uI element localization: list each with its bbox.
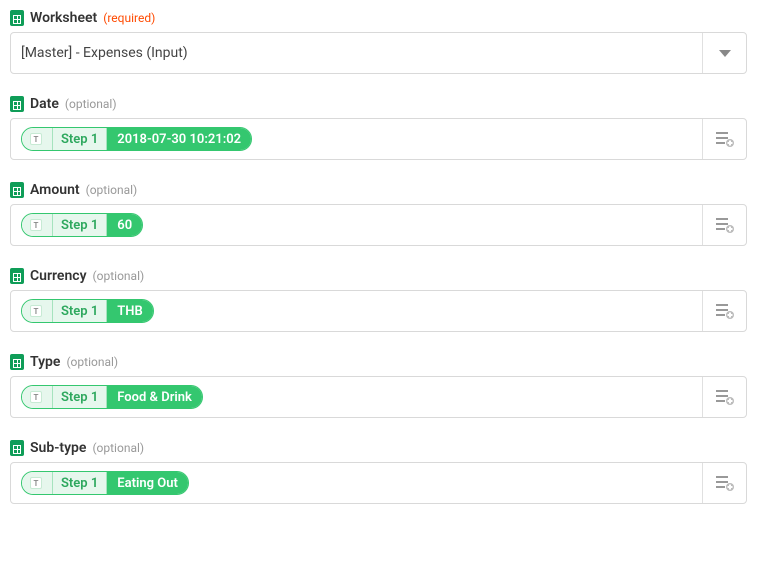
chip-value: 2018-07-30 10:21:02: [107, 128, 251, 150]
field-content: T Step 1 2018-07-30 10:21:02: [11, 119, 702, 159]
sheet-icon: [10, 10, 24, 26]
insert-data-button[interactable]: [702, 205, 746, 245]
field-label: Date (optional): [10, 96, 747, 112]
field-date: Date (optional) T Step 1 2018-07-30 10:2…: [10, 96, 747, 160]
label-text: Sub-type: [30, 440, 86, 456]
worksheet-select[interactable]: [Master] - Expenses (Input): [10, 32, 747, 74]
dropdown-toggle[interactable]: [702, 33, 746, 73]
label-text: Date: [30, 96, 59, 112]
list-plus-icon: [716, 303, 734, 319]
type-marker: T: [22, 128, 53, 150]
field-subtype: Sub-type (optional) T Step 1 Eating Out: [10, 440, 747, 504]
chip-step: Step 1: [53, 472, 107, 494]
label-text: Currency: [30, 268, 87, 284]
label-requirement: (optional): [86, 183, 138, 197]
sheet-icon: [10, 96, 24, 112]
chip-value: Food & Drink: [107, 386, 202, 408]
label-text: Amount: [30, 182, 80, 198]
field-label: Sub-type (optional): [10, 440, 747, 456]
chip-step: Step 1: [53, 214, 107, 236]
type-marker: T: [22, 300, 53, 322]
insert-data-button[interactable]: [702, 291, 746, 331]
type-input[interactable]: T Step 1 Food & Drink: [10, 376, 747, 418]
chevron-down-icon: [719, 50, 731, 57]
label-requirement: (optional): [93, 269, 145, 283]
step-chip[interactable]: T Step 1 60: [21, 213, 143, 237]
chip-step: Step 1: [53, 386, 107, 408]
worksheet-value: [Master] - Expenses (Input): [11, 33, 702, 73]
field-label: Type (optional): [10, 354, 747, 370]
field-label: Currency (optional): [10, 268, 747, 284]
sheet-icon: [10, 182, 24, 198]
list-plus-icon: [716, 475, 734, 491]
step-chip[interactable]: T Step 1 Eating Out: [21, 471, 189, 495]
field-content: T Step 1 60: [11, 205, 702, 245]
type-marker: T: [22, 214, 53, 236]
sheet-icon: [10, 354, 24, 370]
label-text: Worksheet: [30, 10, 97, 26]
label-requirement: (required): [103, 11, 155, 25]
selected-value: [Master] - Expenses (Input): [21, 45, 188, 61]
field-content: T Step 1 Eating Out: [11, 463, 702, 503]
step-chip[interactable]: T Step 1 2018-07-30 10:21:02: [21, 127, 252, 151]
sheet-icon: [10, 268, 24, 284]
field-amount: Amount (optional) T Step 1 60: [10, 182, 747, 246]
type-marker: T: [22, 472, 53, 494]
label-requirement: (optional): [92, 441, 144, 455]
field-content: T Step 1 THB: [11, 291, 702, 331]
label-requirement: (optional): [65, 97, 117, 111]
step-chip[interactable]: T Step 1 THB: [21, 299, 154, 323]
insert-data-button[interactable]: [702, 377, 746, 417]
chip-step: Step 1: [53, 128, 107, 150]
label-requirement: (optional): [66, 355, 118, 369]
amount-input[interactable]: T Step 1 60: [10, 204, 747, 246]
insert-data-button[interactable]: [702, 463, 746, 503]
field-label: Amount (optional): [10, 182, 747, 198]
chip-value: 60: [107, 214, 142, 236]
label-text: Type: [30, 354, 60, 370]
chip-step: Step 1: [53, 300, 107, 322]
field-currency: Currency (optional) T Step 1 THB: [10, 268, 747, 332]
chip-value: THB: [107, 300, 152, 322]
sheet-icon: [10, 440, 24, 456]
list-plus-icon: [716, 217, 734, 233]
field-type: Type (optional) T Step 1 Food & Drink: [10, 354, 747, 418]
field-content: T Step 1 Food & Drink: [11, 377, 702, 417]
date-input[interactable]: T Step 1 2018-07-30 10:21:02: [10, 118, 747, 160]
type-marker: T: [22, 386, 53, 408]
list-plus-icon: [716, 131, 734, 147]
field-label: Worksheet (required): [10, 10, 747, 26]
insert-data-button[interactable]: [702, 119, 746, 159]
subtype-input[interactable]: T Step 1 Eating Out: [10, 462, 747, 504]
list-plus-icon: [716, 389, 734, 405]
step-chip[interactable]: T Step 1 Food & Drink: [21, 385, 203, 409]
field-worksheet: Worksheet (required) [Master] - Expenses…: [10, 10, 747, 74]
currency-input[interactable]: T Step 1 THB: [10, 290, 747, 332]
chip-value: Eating Out: [107, 472, 188, 494]
